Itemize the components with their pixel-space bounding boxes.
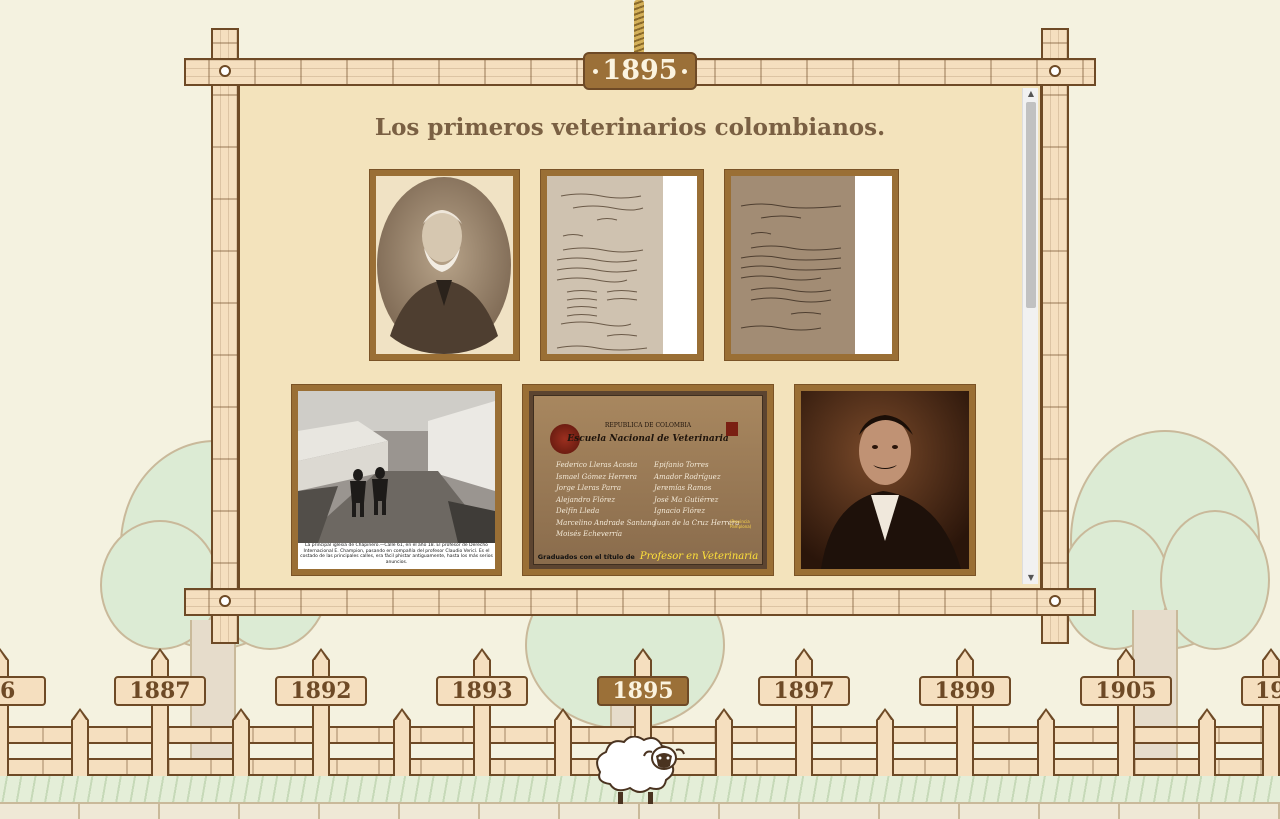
photo-handwritten-letter-1[interactable] (540, 169, 704, 361)
timeline-year-next[interactable]: 19 (1241, 676, 1280, 706)
photo-street-scene[interactable]: La principal iglesia de Chapinero.—Calle… (291, 384, 502, 576)
ground-tiles (0, 804, 1280, 819)
diploma-header-country: REPUBLICA DE COLOMBIA (604, 422, 692, 429)
photo-portrait-oval[interactable] (369, 169, 520, 361)
sign-post-right (1041, 28, 1069, 644)
nail-icon (219, 65, 231, 77)
photo-handwritten-letter-2[interactable] (724, 169, 899, 361)
street-image (298, 391, 495, 543)
nail-icon (219, 595, 231, 607)
letter-image (731, 176, 855, 354)
board-scrollbar[interactable]: ▲ ▼ (1022, 88, 1038, 584)
timeline-year-1899[interactable]: 1899 (919, 676, 1011, 706)
diploma-header-school: Escuela Nacional de Veterinaria (567, 434, 729, 444)
diploma-names-left: Federico Lleras Acosta Ismael Gómez Herre… (556, 460, 656, 541)
diploma-graduate-name: Jeremías Ramos (654, 484, 712, 492)
diploma-graduate-name: Epifanio Torres (654, 461, 709, 469)
diploma-graduate-name: Marcelino Andrade Santana (556, 518, 656, 527)
photo-diploma[interactable]: REPUBLICA DE COLOMBIA Escuela Nacional d… (522, 384, 774, 576)
scrollbar-thumb[interactable] (1026, 102, 1036, 308)
nail-icon (1049, 65, 1061, 77)
diploma-footer: Graduados con el título de Profesor en V… (534, 544, 762, 563)
timeline-year-1887[interactable]: 1887 (114, 676, 206, 706)
timeline-year-1886[interactable]: 86 (0, 676, 46, 706)
diploma-graduate-name: Juan de la Cruz Herrera (654, 518, 740, 527)
diploma-document: REPUBLICA DE COLOMBIA Escuela Nacional d… (533, 395, 763, 565)
diploma-graduate-name: José Ma Gutiérrez (654, 495, 719, 504)
diploma-graduate-name: Ignacio Flórez (654, 507, 706, 515)
diploma-footer-label: Graduados con el título de (537, 553, 635, 561)
portrait-image (377, 177, 511, 354)
letter-image (547, 176, 663, 354)
sign-board-content[interactable]: Los primeros veterinarios colombianos. L… (238, 86, 1042, 588)
diploma-footer-title: Profesor en Veterinaria (639, 551, 759, 562)
nail-icon (1049, 595, 1061, 607)
diploma-graduate-name: Ismael Gómez Herrera (556, 472, 637, 481)
timeline-year-1897[interactable]: 1897 (758, 676, 850, 706)
portrait-image (801, 391, 969, 569)
sign-year-badge: 1895 (583, 52, 697, 90)
page-title: Los primeros veterinarios colombianos. (374, 114, 886, 141)
sheep-icon[interactable] (590, 735, 690, 806)
timeline-year-1893[interactable]: 1893 (436, 676, 528, 706)
diploma-graduate-name: Moisés Echeverría (556, 530, 623, 538)
street-photo-caption: La principal iglesia de Chapinero.—Calle… (300, 543, 493, 565)
scroll-down-arrow-icon[interactable]: ▼ (1023, 572, 1039, 584)
diploma-graduate-name: Amador Rodríguez (654, 472, 721, 481)
scroll-up-arrow-icon[interactable]: ▲ (1023, 88, 1039, 100)
diploma-graduate-name: Jorge Lleras Parra (556, 484, 622, 492)
diploma-names-right: Epifanio Torres Amador Rodríguez Jeremías … (654, 460, 739, 529)
timeline-year-1905[interactable]: 1905 (1080, 676, 1172, 706)
timeline-year-1895[interactable]: 1895 (597, 676, 689, 706)
sign-post-left (211, 28, 239, 644)
hanging-rope (634, 0, 644, 56)
diploma-note: (Provincia Pamplona) (730, 519, 752, 529)
sign-bottom-plank (184, 588, 1096, 616)
diploma-graduate-name: Alejandro Flórez (556, 495, 616, 504)
photo-portrait-mustache[interactable] (794, 384, 976, 576)
timeline-year-1892[interactable]: 1892 (275, 676, 367, 706)
diploma-graduate-name: Delfín Lleda (556, 507, 600, 515)
diploma-graduate-name: Federico Lleras Acosta (556, 461, 638, 469)
